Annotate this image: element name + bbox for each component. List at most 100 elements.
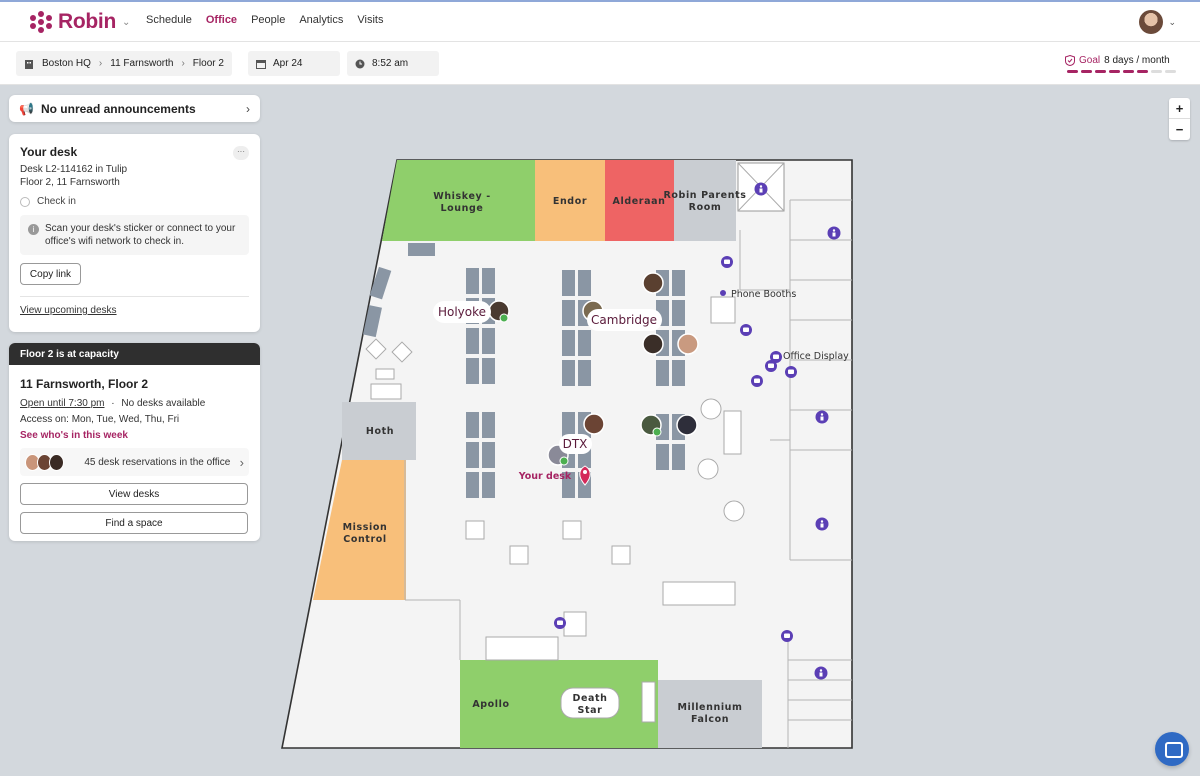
avatar[interactable]	[1139, 10, 1164, 34]
zoom-out-button[interactable]: −	[1169, 119, 1190, 140]
nav-schedule[interactable]: Schedule	[146, 14, 192, 26]
restroom-icon[interactable]	[827, 226, 841, 240]
millennium-falcon-label-1: Millennium	[677, 702, 742, 713]
amenity-icon[interactable]	[785, 366, 797, 378]
building-icon	[25, 59, 33, 69]
phone-booth-dot	[720, 290, 726, 296]
breadcrumb-address[interactable]: 11 Farnsworth	[110, 58, 173, 69]
your-desk-title: Your desk	[20, 145, 78, 159]
your-desk-card: Your desk ··· Desk L2-114162 in Tulip Fl…	[9, 134, 260, 332]
capacity-banner: Floor 2 is at capacity	[9, 343, 260, 365]
date-value: Apr 24	[273, 58, 303, 69]
breadcrumb-building[interactable]: Boston HQ	[42, 58, 91, 69]
info-icon: i	[28, 224, 39, 235]
nav-people[interactable]: People	[251, 14, 285, 26]
desk-location: Floor 2, 11 Farnsworth	[20, 177, 120, 188]
top-nav: Robin ⌄ Schedule Office People Analytics…	[0, 0, 1200, 42]
time-picker[interactable]: 8:52 am	[347, 51, 439, 76]
nav-office[interactable]: Office	[206, 14, 237, 26]
find-a-space-button[interactable]: Find a space	[20, 512, 248, 534]
avatar[interactable]	[677, 333, 699, 355]
chat-launcher-icon[interactable]	[1155, 732, 1189, 766]
copy-link-button[interactable]: Copy link	[20, 263, 81, 285]
death-star-label-1: Death	[572, 693, 607, 704]
megaphone-icon: 📢	[19, 101, 34, 116]
breadcrumb: Boston HQ › 11 Farnsworth › Floor 2	[16, 51, 232, 76]
open-hours-link[interactable]: Open until 7:30 pm	[20, 398, 105, 409]
pin-cambridge-label: Cambridge	[591, 313, 657, 327]
reservations-row[interactable]: 45 desk reservations in the office ›	[20, 448, 249, 476]
floor-title: 11 Farnsworth, Floor 2	[20, 377, 149, 391]
zoom-in-button[interactable]: +	[1169, 98, 1190, 119]
office-display-label: Office Display	[783, 351, 849, 362]
chevron-right-icon: ›	[181, 58, 185, 69]
check-in-label: Check in	[37, 196, 76, 207]
amenity-icon[interactable]	[751, 375, 763, 387]
announcements-label: No unread announcements	[40, 101, 196, 116]
nav-visits[interactable]: Visits	[357, 14, 383, 26]
calendar-icon	[256, 59, 266, 69]
restroom-icon[interactable]	[815, 517, 829, 531]
floor-capacity-card: Floor 2 is at capacity 11 Farnsworth, Fl…	[9, 343, 260, 541]
goal-label: Goal	[1079, 55, 1101, 66]
alderaan-label: Alderaan	[613, 196, 666, 207]
endor-label: Endor	[553, 196, 587, 207]
robin-parents-label-2: Room	[689, 202, 722, 213]
restroom-icon[interactable]	[814, 666, 828, 680]
chevron-down-icon: ⌄	[1168, 16, 1176, 27]
main-nav: Schedule Office People Analytics Visits	[146, 14, 383, 26]
announcements-banner[interactable]: 📢 No unread announcements ›	[9, 95, 260, 122]
chevron-right-icon: ›	[239, 454, 244, 470]
amenity-icon[interactable]	[721, 256, 733, 268]
floor-map[interactable]: Whiskey - Lounge Endor Alderaan Robin Pa…	[276, 150, 856, 752]
zoom-controls: + −	[1169, 98, 1190, 140]
phone-booths-label: Phone Booths	[731, 289, 796, 300]
more-options-button[interactable]: ···	[233, 146, 249, 160]
avatar[interactable]	[583, 413, 605, 435]
check-in-radio[interactable]	[20, 196, 30, 207]
mission-control-label-2: Control	[343, 534, 386, 545]
availability-text: No desks available	[121, 398, 206, 409]
shield-check-icon	[1065, 55, 1075, 66]
brand-logo[interactable]: Robin ⌄	[30, 10, 130, 34]
avatar[interactable]	[642, 333, 664, 355]
divider	[20, 296, 249, 297]
see-whos-in-link[interactable]: See who's in this week	[20, 428, 249, 444]
check-in-info: i Scan your desk's sticker or connect to…	[20, 215, 249, 255]
location-bar: Boston HQ › 11 Farnsworth › Floor 2 Apr …	[0, 42, 1200, 85]
robin-parents-label-1: Robin Parents	[664, 190, 747, 201]
chevron-down-icon: ⌄	[121, 16, 131, 28]
check-in-option[interactable]: Check in	[20, 196, 249, 207]
view-upcoming-desks-link[interactable]: View upcoming desks	[20, 305, 117, 316]
amenity-icon[interactable]	[781, 630, 793, 642]
whiskey-lounge-label-2: Lounge	[441, 203, 484, 214]
avatar[interactable]	[642, 272, 664, 294]
restroom-icon[interactable]	[815, 410, 829, 424]
chevron-right-icon: ›	[98, 58, 103, 69]
whiskey-lounge-label-1: Whiskey -	[433, 191, 491, 202]
pin-holyoke-label: Holyoke	[438, 305, 486, 319]
profile-menu[interactable]: ⌄	[1139, 10, 1176, 34]
chevron-right-icon: ›	[246, 101, 250, 116]
amenity-icon[interactable]	[740, 324, 752, 336]
amenity-icon[interactable]	[554, 617, 566, 629]
access-days: Access on: Mon, Tue, Wed, Thu, Fri	[20, 414, 180, 425]
date-picker[interactable]: Apr 24	[248, 51, 340, 76]
goal-progress	[1067, 70, 1176, 73]
restroom-icon[interactable]	[754, 182, 768, 196]
your-desk-label: Your desk	[518, 471, 572, 482]
clock-icon	[355, 59, 365, 68]
amenity-icon[interactable]	[765, 360, 777, 372]
time-value: 8:52 am	[372, 58, 409, 69]
avatar[interactable]	[676, 414, 698, 436]
hoth-label: Hoth	[366, 426, 394, 437]
pin-dtx-label: DTX	[563, 437, 588, 451]
goal-tracker[interactable]: Goal 8 days / month	[1065, 55, 1176, 73]
view-desks-button[interactable]: View desks	[20, 483, 248, 505]
desk-id: Desk L2-114162 in Tulip	[20, 164, 128, 175]
breadcrumb-floor[interactable]: Floor 2	[193, 58, 224, 69]
nav-analytics[interactable]: Analytics	[299, 14, 343, 26]
brand-name: Robin	[58, 10, 116, 33]
apollo-label: Apollo	[472, 699, 509, 710]
check-in-info-text: Scan your desk's sticker or connect to y…	[45, 223, 236, 247]
